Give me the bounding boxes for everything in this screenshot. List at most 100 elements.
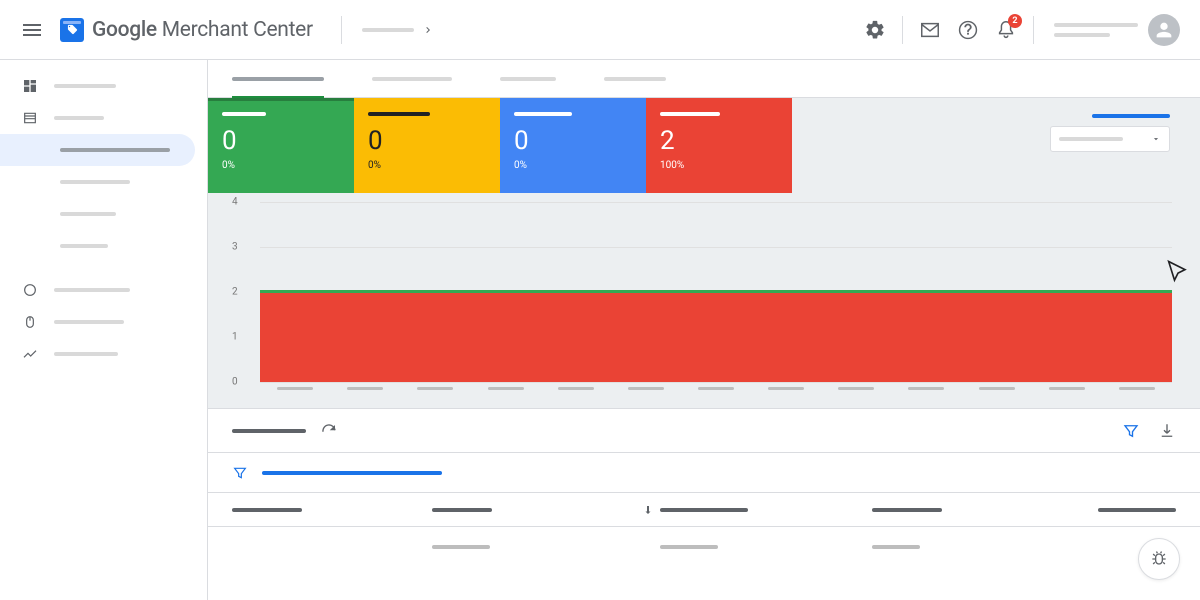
filter-icon: [232, 465, 248, 481]
col-affected[interactable]: [642, 504, 872, 516]
card-expiring[interactable]: 0 0%: [500, 98, 646, 193]
x-tick-label: [768, 387, 804, 390]
series-red: [260, 292, 1172, 382]
x-tick-label: [1119, 387, 1155, 390]
account-switcher[interactable]: [1054, 14, 1180, 46]
nav-label: [60, 244, 108, 248]
account-name: [1054, 23, 1138, 27]
y-tick-label: 3: [232, 242, 238, 253]
feedback-button[interactable]: [1138, 538, 1180, 580]
dashboard-summary: 0 0% 0 0% 0 0% 2 100%: [208, 98, 1200, 408]
nav-diagnostics[interactable]: [0, 134, 195, 166]
tab-item-issues[interactable]: [232, 60, 324, 98]
card-percent: 0%: [222, 160, 340, 171]
tab-collection[interactable]: [500, 60, 556, 98]
nav-label: [60, 212, 116, 216]
mouse-icon: [22, 314, 38, 330]
tab-account-issues[interactable]: [372, 60, 452, 98]
nav-label: [60, 180, 130, 184]
card-value: 0: [222, 126, 340, 156]
card-label: [514, 112, 572, 116]
dashboard-icon: [22, 78, 38, 94]
y-tick-label: 4: [232, 197, 238, 208]
nav-label: [54, 288, 130, 292]
card-value: 0: [514, 126, 632, 156]
nav-label: [54, 352, 118, 356]
download-icon[interactable]: [1158, 422, 1176, 440]
card-active[interactable]: 0 0%: [208, 98, 354, 193]
header-actions: 2: [864, 14, 1180, 46]
circle-icon: [22, 282, 38, 298]
add-filter-label: [262, 471, 442, 475]
card-pending[interactable]: 0 0%: [354, 98, 500, 193]
series-green: [260, 290, 1172, 293]
card-label: [222, 112, 266, 116]
col-action[interactable]: [1082, 508, 1176, 512]
x-tick-label: [628, 387, 664, 390]
breadcrumb[interactable]: [362, 24, 434, 36]
x-tick-label: [347, 387, 383, 390]
selector-label: [1092, 114, 1170, 118]
nav-label: [54, 320, 124, 324]
notifications-icon[interactable]: 2: [995, 19, 1017, 41]
divider: [902, 16, 903, 44]
breadcrumb-item: [362, 28, 414, 32]
divider: [1033, 16, 1034, 44]
x-tick-label: [417, 387, 453, 390]
chart-icon: [22, 346, 38, 362]
table-row[interactable]: [208, 527, 1200, 567]
help-icon[interactable]: [957, 19, 979, 41]
avatar[interactable]: [1148, 14, 1180, 46]
trend-chart: 01234: [250, 202, 1172, 398]
selected-value: [1059, 137, 1123, 141]
list-icon: [22, 110, 38, 126]
menu-icon[interactable]: [20, 18, 44, 42]
x-tick-label: [908, 387, 944, 390]
x-tick-label: [488, 387, 524, 390]
x-tick-label: [277, 387, 313, 390]
card-disapproved[interactable]: 2 100%: [646, 98, 792, 193]
tag-icon: [60, 18, 84, 42]
card-percent: 100%: [660, 160, 778, 171]
destination-selector: [1050, 114, 1170, 152]
nav-sub-item[interactable]: [0, 230, 195, 262]
nav-sub-item[interactable]: [0, 198, 195, 230]
arrow-down-icon: [642, 504, 654, 516]
tab-other[interactable]: [604, 60, 666, 98]
nav-label: [54, 116, 104, 120]
nav-growth[interactable]: [0, 274, 195, 306]
tab-bar: [208, 60, 1200, 98]
results-toolbar: [208, 408, 1200, 453]
add-filter-row[interactable]: [208, 453, 1200, 493]
x-tick-label: [838, 387, 874, 390]
filter-icon[interactable]: [1122, 422, 1140, 440]
nav-label: [60, 148, 170, 152]
nav-performance[interactable]: [0, 338, 195, 370]
nav-marketing[interactable]: [0, 306, 195, 338]
refresh-icon[interactable]: [320, 422, 338, 440]
sidebar: [0, 60, 207, 600]
table-header: [208, 493, 1200, 527]
x-tick-label: [558, 387, 594, 390]
y-tick-label: 2: [232, 287, 238, 298]
card-percent: 0%: [368, 160, 486, 171]
y-tick-label: 1: [232, 332, 238, 343]
app-title: Google Merchant Center: [92, 18, 313, 42]
x-tick-label: [1049, 387, 1085, 390]
col-issue[interactable]: [232, 508, 432, 512]
mail-icon[interactable]: [919, 19, 941, 41]
col-country[interactable]: [432, 508, 642, 512]
card-value: 0: [368, 126, 486, 156]
card-value: 2: [660, 126, 778, 156]
main-content: 0 0% 0 0% 0 0% 2 100%: [207, 60, 1200, 600]
app-logo[interactable]: Google Merchant Center: [60, 18, 313, 42]
y-tick-label: 0: [232, 377, 238, 388]
account-id: [1054, 33, 1110, 37]
col-percentage[interactable]: [872, 508, 1082, 512]
settings-icon[interactable]: [864, 19, 886, 41]
nav-sub-item[interactable]: [0, 166, 195, 198]
nav-overview[interactable]: [0, 70, 195, 102]
chevron-right-icon: [422, 24, 434, 36]
destination-dropdown[interactable]: [1050, 126, 1170, 152]
nav-products[interactable]: [0, 102, 195, 134]
